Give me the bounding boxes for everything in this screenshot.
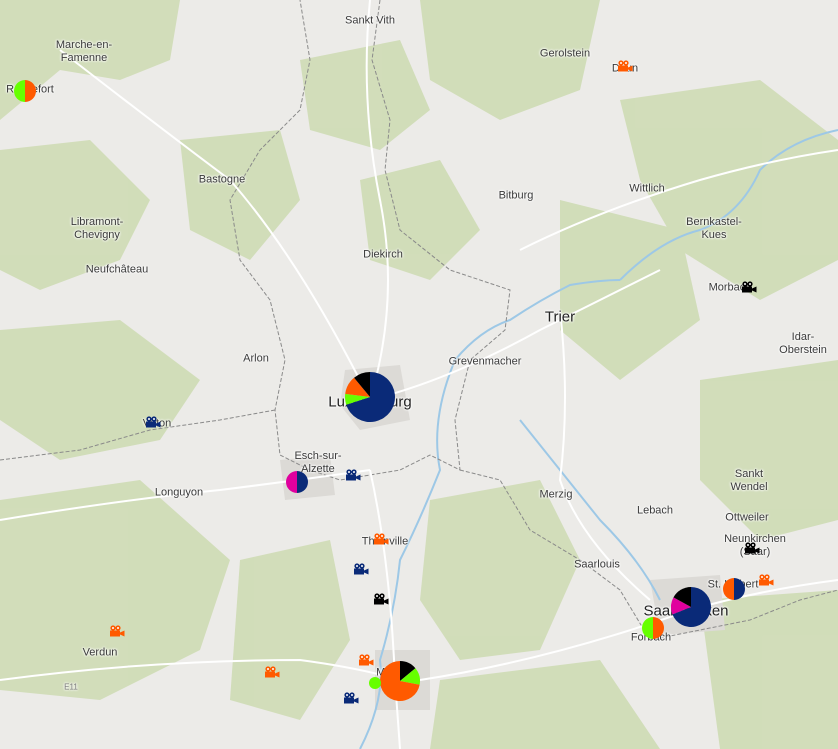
place-label-saarlouis: Saarlouis bbox=[574, 558, 620, 571]
cinema-icon-virton[interactable] bbox=[145, 416, 161, 428]
place-label-longuyon: Longuyon bbox=[154, 486, 204, 499]
cinema-icon-esch[interactable] bbox=[345, 469, 361, 481]
pie-metz-small[interactable] bbox=[369, 677, 381, 689]
basemap bbox=[0, 0, 838, 749]
pie-metz[interactable] bbox=[380, 661, 420, 701]
place-label-wittlich: Wittlich bbox=[629, 182, 665, 195]
road-label-e11: E11 bbox=[64, 682, 78, 692]
pie-st-ingbert-slice-navy[interactable] bbox=[734, 578, 745, 600]
place-label-trier: Trier bbox=[544, 308, 576, 326]
cinema-icon-thionville[interactable] bbox=[373, 533, 389, 545]
place-label-merzig: Merzig bbox=[539, 488, 573, 501]
place-label-bastogne: Bastogne bbox=[198, 173, 246, 186]
pie-st-ingbert[interactable] bbox=[723, 578, 745, 600]
place-label-sankt-vith: Sankt Vith bbox=[345, 14, 395, 27]
cinema-icon-metz-west[interactable] bbox=[358, 654, 374, 666]
place-label-neufchateau: Neufchâteau bbox=[85, 263, 149, 276]
pie-rochefort-slice-orange[interactable] bbox=[25, 80, 36, 102]
place-label-bernkastel-kues: Bernkastel- Kues bbox=[686, 216, 742, 241]
forest-areas bbox=[0, 0, 838, 749]
pie-rochefort[interactable] bbox=[14, 80, 36, 102]
place-label-ottweiler: Ottweiler bbox=[725, 511, 769, 524]
place-label-diekirch: Diekirch bbox=[363, 248, 403, 261]
cinema-icon-pont-a-mousson[interactable] bbox=[264, 666, 280, 678]
cinema-icon-st-ingbert[interactable] bbox=[758, 574, 774, 586]
place-label-grevenmacher: Grevenmacher bbox=[448, 355, 522, 368]
cinema-icon-verdun[interactable] bbox=[109, 625, 125, 637]
place-label-gerolstein: Gerolstein bbox=[539, 47, 591, 60]
cinema-icon-neunkirchen[interactable] bbox=[744, 542, 760, 554]
cinema-icon-hagondange[interactable] bbox=[373, 593, 389, 605]
cinema-icon-daun[interactable] bbox=[617, 60, 633, 72]
map-canvas[interactable]: Sankt Vith Gerolstein Daun Marche-en- Fa… bbox=[0, 0, 838, 749]
pie-forbach-slice-green[interactable] bbox=[642, 617, 653, 639]
cinema-icon-thionville-south[interactable] bbox=[353, 563, 369, 575]
place-label-lebach: Lebach bbox=[636, 504, 674, 517]
pie-metz-small-slice-green[interactable] bbox=[369, 677, 381, 689]
pie-forbach-slice-orange[interactable] bbox=[653, 617, 664, 639]
pie-st-ingbert-slice-orange[interactable] bbox=[723, 578, 734, 600]
pie-esch-slice-magenta[interactable] bbox=[286, 471, 297, 493]
place-label-sankt-wendel: Sankt Wendel bbox=[730, 468, 768, 493]
pie-saarbrucken[interactable] bbox=[671, 587, 711, 627]
place-label-arlon: Arlon bbox=[243, 352, 269, 365]
pie-esch-slice-navy[interactable] bbox=[297, 471, 308, 493]
pie-luxembourg[interactable] bbox=[345, 372, 395, 422]
place-label-idar-oberstein: Idar- Oberstein bbox=[779, 331, 827, 356]
place-label-verdun: Verdun bbox=[82, 646, 118, 659]
pie-esch[interactable] bbox=[286, 471, 308, 493]
pie-rochefort-slice-green[interactable] bbox=[14, 80, 25, 102]
place-label-bitburg: Bitburg bbox=[498, 189, 534, 202]
pie-forbach[interactable] bbox=[642, 617, 664, 639]
place-label-marche-en-famenne: Marche-en- Famenne bbox=[55, 39, 113, 64]
place-label-libramont-chevigny: Libramont- Chevigny bbox=[70, 216, 124, 241]
cinema-icon-morbach[interactable] bbox=[741, 281, 757, 293]
cinema-icon-metz-south[interactable] bbox=[343, 692, 359, 704]
